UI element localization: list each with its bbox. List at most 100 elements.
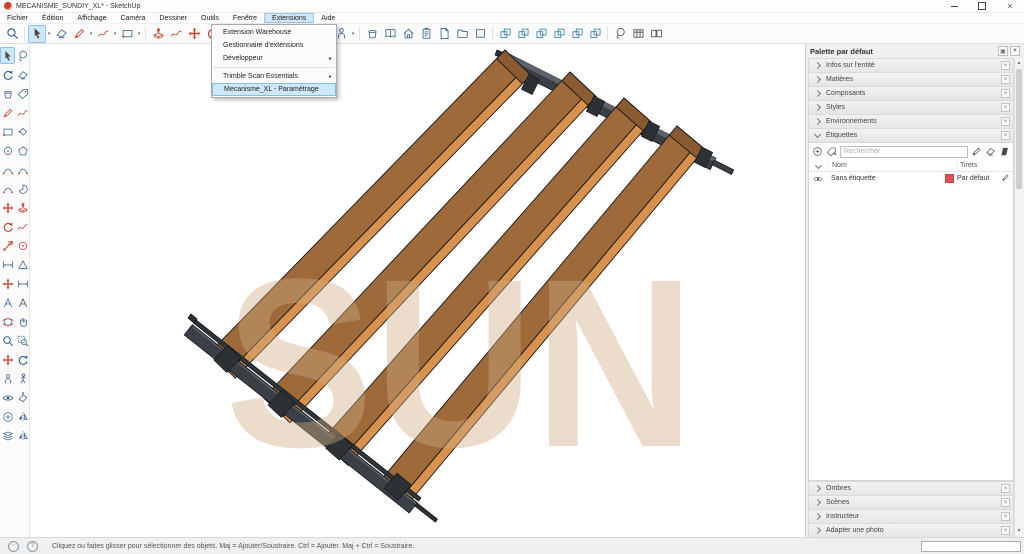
- freehand-tool-button[interactable]: [15, 104, 30, 121]
- section-plane-tool-button[interactable]: [15, 389, 30, 406]
- rectangle-tool-button[interactable]: [0, 123, 15, 140]
- restore-button[interactable]: [968, 0, 996, 12]
- scale-tool-button[interactable]: [0, 237, 15, 254]
- add-tag-folder-icon[interactable]: [826, 146, 837, 157]
- follow-me-tool-button[interactable]: [15, 218, 30, 235]
- folder-button[interactable]: [453, 25, 471, 43]
- section-instructeur[interactable]: Instructeur×: [808, 509, 1014, 523]
- section-etiquettes[interactable]: Étiquettes×: [808, 128, 1014, 142]
- section-close-button[interactable]: ×: [1001, 512, 1010, 521]
- help-icon[interactable]: ?: [27, 541, 38, 552]
- section-environnements[interactable]: Environnements×: [808, 114, 1014, 128]
- chevron-down-icon[interactable]: ▾: [350, 31, 356, 37]
- make-group-button[interactable]: [496, 25, 514, 43]
- explode-button[interactable]: [550, 25, 568, 43]
- dimension-tool-button[interactable]: [15, 275, 30, 292]
- make-component-button[interactable]: [514, 25, 532, 43]
- section-close-button[interactable]: ×: [1001, 131, 1010, 140]
- section-close-button[interactable]: ×: [1001, 498, 1010, 507]
- select-tool-button[interactable]: [28, 25, 46, 43]
- menu-fenetre[interactable]: Fenêtre: [226, 13, 264, 23]
- pan-tool-button[interactable]: [15, 313, 30, 330]
- push-pull-tool-button[interactable]: [15, 199, 30, 216]
- section-close-button[interactable]: ×: [1001, 61, 1010, 70]
- rectangle-tool-button[interactable]: [118, 25, 136, 43]
- three-d-text-tool-button[interactable]: [15, 294, 30, 311]
- menu-outils[interactable]: Outils: [194, 13, 226, 23]
- styles-button[interactable]: [381, 25, 399, 43]
- section-styles[interactable]: Styles×: [808, 100, 1014, 114]
- section-close-button[interactable]: ×: [1001, 89, 1010, 98]
- menu-item-extension-warehouse[interactable]: Extension Warehouse: [212, 26, 336, 39]
- text-tool-button[interactable]: [0, 294, 15, 311]
- section-adapter-une-photo[interactable]: Adapter une photo×: [808, 523, 1014, 537]
- zoom-window-tool-button[interactable]: [15, 332, 30, 349]
- section-close-button[interactable]: ×: [1001, 75, 1010, 84]
- polygon-tool-button[interactable]: [15, 142, 30, 159]
- lasso-tool-button[interactable]: [15, 47, 30, 64]
- modeling-viewport[interactable]: SUN: [30, 44, 805, 537]
- section-infos-entite[interactable]: Infos sur l'entité×: [808, 58, 1014, 72]
- layers-tool-button[interactable]: [0, 427, 15, 444]
- section-ombres[interactable]: Ombres×: [808, 481, 1014, 495]
- section-close-button[interactable]: ×: [1001, 103, 1010, 112]
- section-composants[interactable]: Composants×: [808, 86, 1014, 100]
- lock-group-button[interactable]: [568, 25, 586, 43]
- zoom-icon[interactable]: [3, 25, 21, 43]
- axes-tool-button[interactable]: [0, 275, 15, 292]
- look-around-tool-button[interactable]: [0, 389, 15, 406]
- home-button[interactable]: [399, 25, 417, 43]
- pencil-icon[interactable]: [971, 146, 982, 157]
- position-camera-tool-button[interactable]: [0, 370, 15, 387]
- move-tool-button[interactable]: [0, 199, 15, 216]
- close-button[interactable]: ×: [996, 0, 1024, 12]
- menu-item-mecanisme-xl-parametrage[interactable]: Mecanisme_XL - Paramétrage: [212, 83, 336, 96]
- tape-measure-tool-button[interactable]: [0, 256, 15, 273]
- move-tool-button[interactable]: [185, 25, 203, 43]
- frame-button[interactable]: [471, 25, 489, 43]
- eraser-icon[interactable]: [985, 146, 996, 157]
- select-tool-button[interactable]: [0, 47, 15, 64]
- scrollbar-thumb[interactable]: [1016, 69, 1022, 189]
- menu-camera[interactable]: Caméra: [113, 13, 152, 23]
- split-view-button[interactable]: [647, 25, 665, 43]
- section-close-button[interactable]: ×: [1001, 526, 1010, 535]
- line-tool-button[interactable]: [70, 25, 88, 43]
- menu-aide[interactable]: Aide: [314, 13, 342, 23]
- view-orbit-tool-button[interactable]: [0, 408, 15, 425]
- purge-icon[interactable]: [999, 146, 1010, 157]
- visibility-eye-icon[interactable]: [809, 174, 827, 184]
- paint-bucket-tool-button[interactable]: [0, 85, 15, 102]
- unlock-group-button[interactable]: [586, 25, 604, 43]
- column-nom[interactable]: Nom: [827, 162, 957, 169]
- eraser-tool-button[interactable]: [52, 25, 70, 43]
- menu-item-trimble-scan-essentials[interactable]: Trimble Scan Essentials▸: [212, 70, 336, 83]
- edit-pencil-icon[interactable]: [1001, 173, 1013, 184]
- note-button[interactable]: [435, 25, 453, 43]
- section-close-button[interactable]: ×: [1001, 117, 1010, 126]
- section-matieres[interactable]: Matières×: [808, 72, 1014, 86]
- zoom-previous-tool-button[interactable]: [15, 351, 30, 368]
- tag-row-sans-etiquette[interactable]: Sans étiquette Par défaut: [809, 172, 1013, 185]
- arc-tool-button[interactable]: [0, 161, 15, 178]
- tags-search-input[interactable]: [840, 146, 968, 158]
- close-icon[interactable]: ×: [1010, 46, 1020, 56]
- chevron-down-icon[interactable]: ▾: [136, 31, 142, 37]
- freehand-tool-button[interactable]: [94, 25, 112, 43]
- protractor-tool-button[interactable]: [15, 256, 30, 273]
- measurements-input[interactable]: [921, 541, 1021, 552]
- walk-tool-button[interactable]: [15, 370, 30, 387]
- entity-table-button[interactable]: [629, 25, 647, 43]
- zoom-tool-button[interactable]: [0, 332, 15, 349]
- three-point-arc-tool-button[interactable]: [0, 180, 15, 197]
- clipboard-button[interactable]: [417, 25, 435, 43]
- lasso-select-button[interactable]: [611, 25, 629, 43]
- tag-color-swatch[interactable]: [945, 174, 954, 183]
- scroll-up-icon[interactable]: ▲: [1015, 59, 1023, 68]
- orbit-tool-button[interactable]: [0, 313, 15, 330]
- geolocation-icon[interactable]: ◦: [8, 541, 19, 552]
- minimize-button[interactable]: [940, 0, 968, 12]
- flip-along-tool-button[interactable]: [15, 408, 30, 425]
- scroll-down-icon[interactable]: ▼: [1015, 527, 1023, 536]
- menu-affichage[interactable]: Affichage: [70, 13, 113, 23]
